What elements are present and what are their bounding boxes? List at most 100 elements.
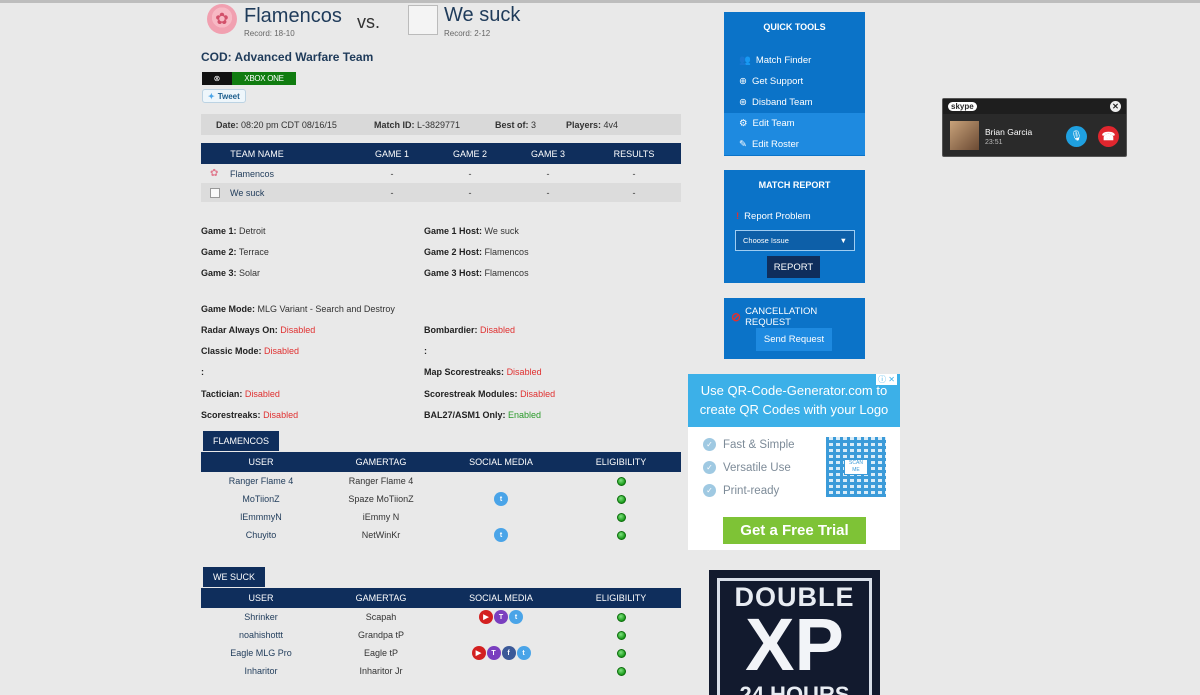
game-3-value: Solar — [239, 268, 261, 278]
disband-team-link[interactable]: ⊛ Disband Team — [724, 92, 865, 113]
twitter-icon[interactable]: t — [509, 610, 523, 624]
eligibility-status — [561, 626, 681, 644]
issue-select[interactable]: Choose Issue ▼ — [735, 230, 855, 251]
player-user[interactable]: Ranger Flame 4 — [201, 472, 321, 490]
away-team-logo — [408, 5, 438, 35]
col-user: USER — [248, 457, 274, 467]
results-g3: - — [546, 168, 550, 179]
eligibility-status — [561, 662, 681, 680]
eligible-dot-icon — [616, 494, 626, 504]
cancellation-panel: ⊘ CANCELLATION REQUEST Send Request — [724, 298, 865, 359]
youtube-icon[interactable]: ▶ — [479, 610, 493, 624]
tactician-value: Disabled — [244, 389, 280, 399]
xbox-icon: ⊗ — [202, 72, 232, 85]
host-1-label: Game 1 Host: — [424, 226, 483, 236]
game-3-map: Game 3: Solar — [201, 268, 260, 278]
classic-mode-value: Disabled — [264, 346, 300, 356]
eligible-dot-icon — [616, 530, 626, 540]
pencil-icon: ✎ — [739, 139, 747, 150]
report-button[interactable]: REPORT — [767, 256, 820, 278]
scorestreak-modules-value: Disabled — [520, 389, 556, 399]
microphone-icon[interactable]: 🎙 — [1066, 126, 1087, 147]
close-icon[interactable]: ✕ — [1110, 101, 1121, 112]
player-user[interactable]: Inharitor — [201, 662, 321, 680]
results-team[interactable]: Flamencos — [230, 164, 274, 183]
check-icon: ✓ — [703, 438, 716, 451]
get-support-link[interactable]: ⊕ Get Support — [724, 71, 865, 92]
edit-team-label: Edit Team — [752, 118, 795, 129]
results-row: ✿ Flamencos - - - - — [201, 164, 681, 183]
players-label: Players: — [566, 119, 602, 130]
team2-tab[interactable]: WE SUCK — [203, 567, 266, 587]
edit-roster-link[interactable]: ✎ Edit Roster — [724, 134, 865, 155]
report-problem-link[interactable]: ! Report Problem — [724, 206, 865, 227]
players-count: 4v4 — [603, 119, 619, 130]
game-2-value: Terrace — [238, 247, 269, 257]
host-2-label: Game 2 Host: — [424, 247, 483, 257]
classic-mode-setting: Classic Mode: Disabled — [201, 346, 299, 356]
skype-call-widget[interactable]: skype ✕ Brian Garcia 23:51 🎙 ☎ — [942, 98, 1127, 157]
empty-setting-label: : — [424, 346, 427, 356]
flamingo-mini-icon: ✿ — [210, 168, 219, 179]
player-social — [441, 508, 561, 526]
date-label: Date: — [216, 119, 239, 130]
eligibility-status — [561, 644, 681, 662]
player-user[interactable]: lEmmmyN — [201, 508, 321, 526]
roster-row: Ranger Flame 4 Ranger Flame 4 — [201, 472, 681, 490]
hang-up-icon[interactable]: ☎ — [1098, 126, 1119, 147]
player-user[interactable]: MoTiionZ — [201, 490, 321, 508]
cancel-circle-icon: ⊘ — [731, 310, 742, 324]
host-3-value: Flamencos — [484, 268, 529, 278]
scorestreaks-label: Scorestreaks: — [201, 410, 261, 420]
player-user[interactable]: noahishottt — [201, 626, 321, 644]
roster-row: lEmmmyN iEmmy N — [201, 508, 681, 526]
broken-image-icon — [210, 183, 220, 202]
facebook-icon[interactable]: f — [501, 646, 516, 660]
team1-roster-header: USER GAMERTAG SOCIAL MEDIA ELIGIBILITY — [201, 452, 681, 472]
bal27-setting: BAL27/ASM1 Only: Enabled — [424, 410, 541, 420]
twitter-icon[interactable]: t — [494, 528, 508, 542]
radar-setting: Radar Always On: Disabled — [201, 325, 315, 335]
map-scorestreaks-setting: Map Scorestreaks: Disabled — [424, 367, 542, 377]
match-finder-link[interactable]: 👥 Match Finder — [724, 50, 865, 71]
team1-tab[interactable]: FLAMENCOS — [203, 431, 280, 451]
qr-code-image: SCAN ME — [826, 437, 886, 497]
player-user[interactable]: Eagle MLG Pro — [201, 644, 321, 662]
twitter-icon[interactable]: t — [516, 646, 531, 660]
edit-team-link[interactable]: ⚙ Edit Team — [724, 113, 865, 134]
match-finder-label: Match Finder — [755, 55, 812, 66]
double-xp-advertisement[interactable]: DOUBLE XP 24 HOURS — [709, 570, 880, 695]
away-team-name[interactable]: We suck — [444, 4, 520, 27]
match-id: L-3829771 — [417, 119, 461, 130]
results-team[interactable]: We suck — [230, 183, 264, 202]
adchoices-icon[interactable]: ⓘ ✕ — [876, 374, 897, 385]
youtube-icon[interactable]: ▶ — [471, 646, 486, 660]
qr-advertisement[interactable]: Use QR-Code-Generator.com to create QR C… — [688, 374, 900, 550]
game-mode-label: Game Mode: — [201, 304, 256, 314]
ad-feature: ✓ Print-ready — [703, 484, 779, 497]
free-trial-button[interactable]: Get a Free Trial — [723, 517, 866, 544]
send-request-button[interactable]: Send Request — [756, 328, 832, 351]
bombardier-label: Bombardier: — [424, 325, 478, 335]
home-team-name[interactable]: Flamencos — [244, 5, 342, 28]
twitter-icon[interactable]: t — [494, 492, 508, 506]
player-user[interactable]: Shrinker — [201, 608, 321, 626]
roster-row: Chuyito NetWinKr t — [201, 526, 681, 544]
twitch-icon[interactable]: T — [494, 610, 508, 624]
player-social — [441, 662, 561, 680]
map-scorestreaks-label: Map Scorestreaks: — [424, 367, 505, 377]
player-gamertag: Eagle tP — [363, 648, 399, 658]
ad-feature: ✓ Fast & Simple — [703, 438, 795, 451]
game-mode-value: MLG Variant - Search and Destroy — [257, 304, 395, 314]
tweet-button[interactable]: ✦ Tweet — [202, 89, 246, 103]
ad-feature-label: Versatile Use — [723, 461, 791, 474]
player-user[interactable]: Chuyito — [201, 526, 321, 544]
player-gamertag: Scapah — [365, 612, 397, 622]
col-results: RESULTS — [613, 148, 655, 159]
player-social: t — [441, 526, 561, 544]
top-border — [0, 0, 1200, 3]
col-gamertag: GAMERTAG — [355, 457, 407, 467]
report-problem-label: Report Problem — [744, 211, 811, 222]
twitch-icon[interactable]: T — [486, 646, 501, 660]
results-row: We suck - - - - — [201, 183, 681, 202]
